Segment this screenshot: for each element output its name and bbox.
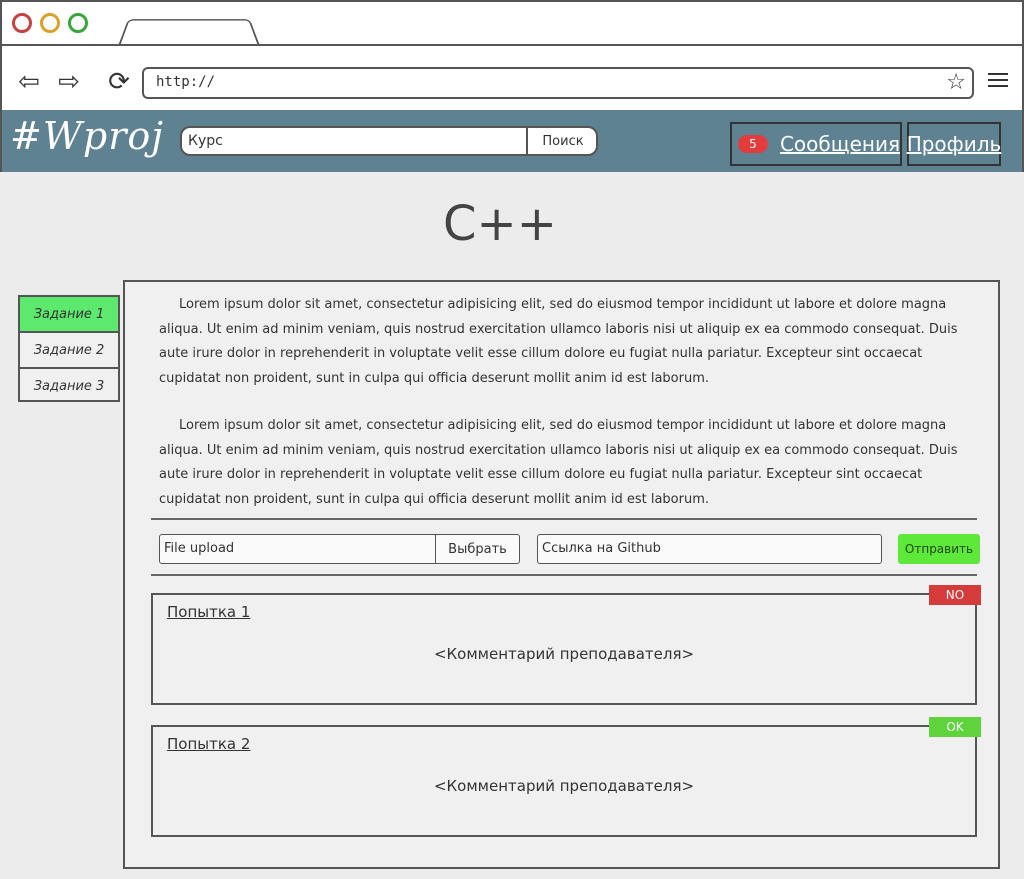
task-sidebar: Задание 1 Задание 2 Задание 3 <box>18 295 120 402</box>
app-logo[interactable]: #Wproj <box>10 114 164 158</box>
attempt-title[interactable]: Попытка 1 <box>167 603 250 621</box>
task-description-paragraph: Lorem ipsum dolor sit amet, consectetur … <box>159 418 958 507</box>
maximize-window-icon[interactable] <box>68 13 88 33</box>
attempt-card: Попытка 2 <Комментарий преподавателя> OK <box>151 717 981 837</box>
sidebar-item-task-3[interactable]: Задание 3 <box>20 369 118 403</box>
profile-button[interactable]: Профиль <box>907 122 1001 166</box>
close-window-icon[interactable] <box>12 13 32 33</box>
send-button[interactable]: Отправить <box>898 534 980 564</box>
messages-label: Сообщения <box>779 132 900 156</box>
sidebar-item-task-2[interactable]: Задание 2 <box>20 333 118 369</box>
search-button[interactable]: Поиск <box>526 128 596 154</box>
sidebar-item-task-1[interactable]: Задание 1 <box>20 297 118 333</box>
course-search-input[interactable]: Курс <box>188 133 223 149</box>
task-description-paragraph: Lorem ipsum dolor sit amet, consectetur … <box>159 297 958 386</box>
file-upload-field: File upload Выбрать <box>159 534 520 564</box>
forward-arrow-icon[interactable]: ⇨ <box>52 67 86 97</box>
divider <box>151 574 977 576</box>
attempt-card: Попытка 1 <Комментарий преподавателя> NO <box>151 585 981 705</box>
github-link-placeholder: Ссылка на Github <box>542 541 661 556</box>
minimize-window-icon[interactable] <box>40 13 60 33</box>
status-badge: NO <box>929 585 981 605</box>
status-badge: OK <box>929 717 981 737</box>
messages-button[interactable]: 5 Сообщения <box>730 122 902 166</box>
file-upload-input[interactable]: File upload <box>164 541 234 556</box>
browser-tab[interactable] <box>118 19 260 46</box>
browser-menu-icon[interactable] <box>988 73 1008 89</box>
teacher-comment: <Комментарий преподавателя> <box>433 645 695 663</box>
tab-divider <box>0 44 1024 46</box>
attempt-title[interactable]: Попытка 2 <box>167 735 250 753</box>
github-link-field[interactable]: Ссылка на Github <box>537 534 882 564</box>
task-content: Lorem ipsum dolor sit amet, consectetur … <box>123 280 1000 869</box>
course-search: Курс Поиск <box>180 126 598 156</box>
page-title: C++ <box>443 196 557 252</box>
bookmark-star-icon[interactable]: ☆ <box>946 70 966 95</box>
messages-count-badge: 5 <box>738 135 768 153</box>
reload-icon[interactable]: ⟳ <box>102 67 136 97</box>
divider <box>151 518 977 520</box>
address-text: http:// <box>156 74 216 90</box>
address-bar[interactable]: http:// ☆ <box>142 67 974 99</box>
teacher-comment: <Комментарий преподавателя> <box>433 777 695 795</box>
back-arrow-icon[interactable]: ⇦ <box>12 67 46 97</box>
choose-file-button[interactable]: Выбрать <box>435 535 519 563</box>
